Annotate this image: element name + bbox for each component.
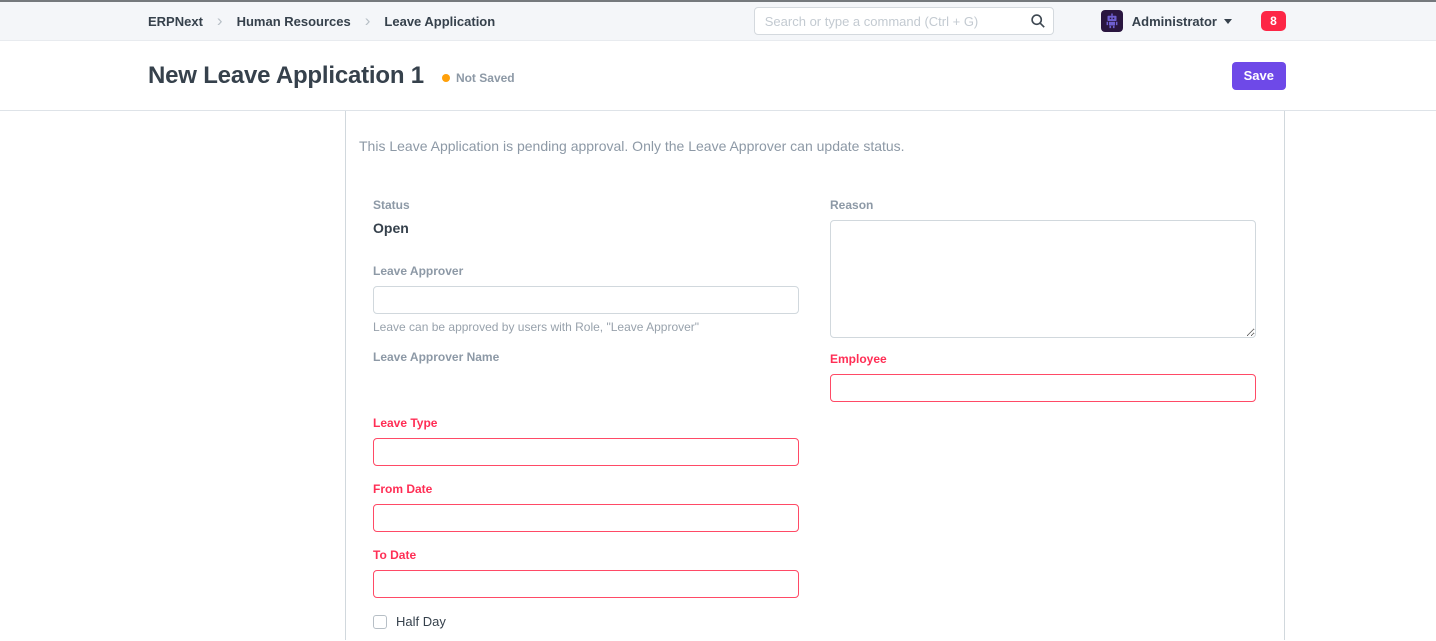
field-leave-approver-name: Leave Approver Name — [373, 350, 799, 364]
from-date-input[interactable] — [373, 504, 799, 532]
leave-approver-help-text: Leave can be approved by users with Role… — [373, 320, 799, 334]
page-title: New Leave Application 1 — [148, 62, 424, 90]
field-employee: Employee — [830, 352, 1256, 402]
status-label: Status — [373, 198, 799, 212]
half-day-checkbox[interactable] — [373, 615, 387, 629]
status-value: Open — [373, 220, 799, 236]
field-from-date: From Date — [373, 482, 799, 532]
breadcrumb-item-human-resources[interactable]: Human Resources — [237, 14, 351, 29]
to-date-label: To Date — [373, 548, 799, 562]
leave-type-label: Leave Type — [373, 416, 799, 430]
reason-label: Reason — [830, 198, 1256, 212]
not-saved-label: Not Saved — [456, 71, 515, 85]
leave-approver-input[interactable] — [373, 286, 799, 314]
form-column-left: Status Open Leave Approver Leave can be … — [373, 198, 799, 629]
form-card: This Leave Application is pending approv… — [345, 111, 1285, 640]
not-saved-indicator: Not Saved — [442, 71, 515, 85]
leave-approver-name-label: Leave Approver Name — [373, 350, 799, 364]
field-reason: Reason — [830, 198, 1256, 338]
form-grid: Status Open Leave Approver Leave can be … — [373, 198, 1284, 629]
save-button[interactable]: Save — [1232, 62, 1286, 90]
employee-label: Employee — [830, 352, 1256, 366]
breadcrumb-chevron-icon: › — [365, 12, 371, 29]
navbar: ERPNext › Human Resources › Leave Applic… — [0, 2, 1436, 41]
search-input[interactable] — [754, 7, 1054, 35]
page-header: New Leave Application 1 Not Saved Save — [0, 41, 1436, 111]
field-leave-type: Leave Type — [373, 416, 799, 466]
to-date-input[interactable] — [373, 570, 799, 598]
from-date-label: From Date — [373, 482, 799, 496]
global-search — [754, 7, 1054, 35]
page-body: This Leave Application is pending approv… — [0, 111, 1436, 640]
breadcrumb-chevron-icon: › — [217, 12, 223, 29]
not-saved-dot-icon — [442, 74, 450, 82]
leave-approver-label: Leave Approver — [373, 264, 799, 278]
search-icon[interactable] — [1030, 13, 1046, 29]
chevron-down-icon — [1224, 19, 1232, 24]
field-leave-approver: Leave Approver Leave can be approved by … — [373, 264, 799, 334]
breadcrumb: ERPNext › Human Resources › Leave Applic… — [148, 13, 495, 30]
notifications-badge[interactable]: 8 — [1261, 11, 1286, 31]
user-avatar — [1101, 10, 1123, 32]
field-status: Status Open — [373, 198, 799, 236]
breadcrumb-item-leave-application[interactable]: Leave Application — [384, 14, 495, 29]
field-to-date: To Date — [373, 548, 799, 598]
app-window: ERPNext › Human Resources › Leave Applic… — [0, 0, 1436, 640]
pending-approval-message: This Leave Application is pending approv… — [359, 138, 1284, 154]
user-menu-dropdown[interactable]: Administrator — [1101, 10, 1232, 32]
field-half-day: Half Day — [373, 614, 799, 629]
leave-type-input[interactable] — [373, 438, 799, 466]
breadcrumb-item-erpnext[interactable]: ERPNext — [148, 14, 203, 29]
reason-textarea[interactable] — [830, 220, 1256, 338]
half-day-label[interactable]: Half Day — [396, 614, 446, 629]
form-column-right: Reason Employee — [830, 198, 1256, 629]
employee-input[interactable] — [830, 374, 1256, 402]
user-name: Administrator — [1132, 14, 1217, 29]
robot-icon — [1103, 12, 1121, 30]
